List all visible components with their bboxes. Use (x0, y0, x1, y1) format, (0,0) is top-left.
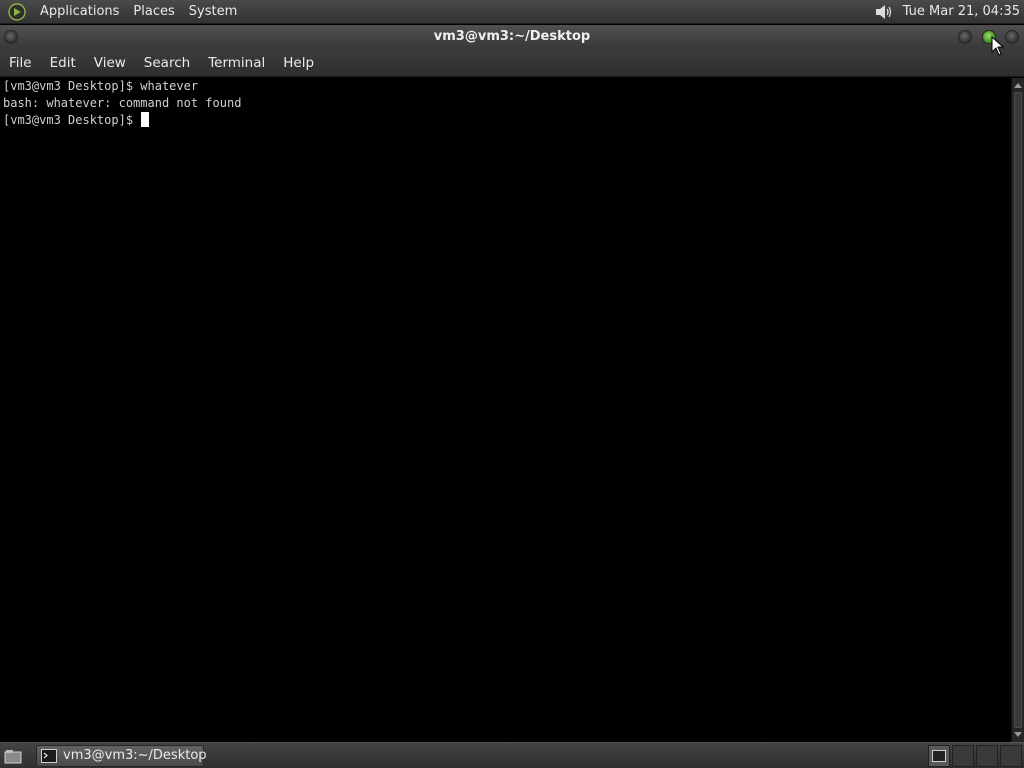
menu-file[interactable]: File (0, 50, 41, 77)
distro-logo-icon[interactable] (7, 2, 27, 22)
menu-help[interactable]: Help (274, 50, 323, 77)
scrollbar-thumb[interactable] (1014, 92, 1022, 728)
workspace-4[interactable] (1000, 744, 1022, 767)
workspace-1[interactable] (928, 744, 950, 767)
text-cursor (141, 112, 150, 127)
clock[interactable]: Tue Mar 21, 04:35 (903, 4, 1024, 19)
menu-view[interactable]: View (85, 50, 135, 77)
top-panel: Applications Places System Tue Mar 21, 0… (0, 0, 1024, 24)
window-titlebar[interactable]: vm3@vm3:~/Desktop (0, 25, 1024, 50)
scroll-up-icon[interactable] (1012, 79, 1024, 91)
menu-edit[interactable]: Edit (41, 50, 85, 77)
minimize-button[interactable] (958, 30, 972, 44)
taskbar-window-label: vm3@vm3:~/Desktop (63, 748, 207, 763)
terminal-line: bash: whatever: command not found (3, 96, 242, 110)
menu-search[interactable]: Search (135, 50, 199, 77)
workspace-2[interactable] (952, 744, 974, 767)
close-button[interactable] (1005, 30, 1019, 44)
mouse-pointer-icon (991, 36, 1005, 56)
panel-tray: Tue Mar 21, 04:35 (872, 0, 1024, 24)
window-title: vm3@vm3:~/Desktop (433, 29, 591, 44)
terminal-scrollbar[interactable] (1011, 78, 1024, 742)
scroll-down-icon[interactable] (1012, 729, 1024, 741)
bottom-panel: vm3@vm3:~/Desktop (0, 742, 1024, 768)
menu-terminal[interactable]: Terminal (199, 50, 274, 77)
workspace-3[interactable] (976, 744, 998, 767)
taskbar-window-button[interactable]: vm3@vm3:~/Desktop (36, 744, 207, 767)
terminal-prompt-line: [vm3@vm3 Desktop]$ (3, 112, 1011, 129)
system-menu[interactable]: System (182, 0, 244, 24)
terminal-line: [vm3@vm3 Desktop]$ whatever (3, 79, 199, 93)
applications-menu[interactable]: Applications (33, 0, 126, 24)
terminal-prompt: [vm3@vm3 Desktop]$ (3, 113, 141, 127)
workspace-switcher[interactable] (926, 744, 1022, 767)
terminal-output[interactable]: [vm3@vm3 Desktop]$ whatever bash: whatev… (0, 78, 1011, 742)
terminal-menubar: File Edit View Search Terminal Help (0, 50, 1024, 77)
places-menu[interactable]: Places (126, 0, 181, 24)
terminal-icon (41, 748, 57, 763)
show-desktop-icon[interactable] (2, 746, 24, 766)
volume-icon[interactable] (872, 2, 894, 22)
